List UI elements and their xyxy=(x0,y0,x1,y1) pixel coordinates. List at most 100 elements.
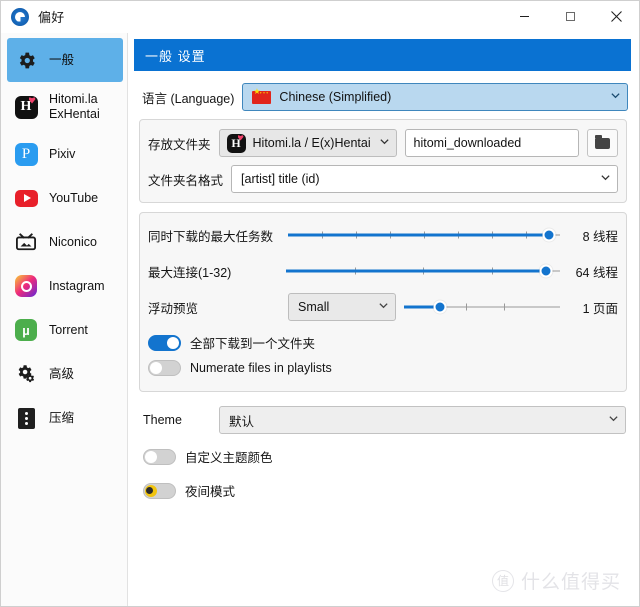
site-value: Hitomi.la / E(x)Hentai xyxy=(252,136,371,150)
floating-preview-row: 浮动预览 Small 1 页面 xyxy=(148,291,618,323)
site-select[interactable]: H Hitomi.la / E(x)Hentai xyxy=(218,129,397,157)
preview-pages-slider[interactable] xyxy=(404,297,560,317)
sidebar-item-advanced[interactable]: 高级 xyxy=(1,352,127,396)
custom-theme-color-row[interactable]: 自定义主题颜色 xyxy=(143,444,626,469)
niconico-icon xyxy=(14,230,38,254)
preview-size-value: Small xyxy=(298,300,330,314)
preview-size-select[interactable]: Small xyxy=(288,293,396,321)
toggle-label: 夜间模式 xyxy=(185,485,236,499)
close-button[interactable] xyxy=(593,1,639,33)
browse-folder-button[interactable] xyxy=(587,129,618,157)
max-tasks-row: 同时下载的最大任务数 8 线程 xyxy=(148,219,618,251)
sidebar-item-label: Instagram xyxy=(49,278,105,293)
sidebar-item-label: Niconico xyxy=(49,234,97,249)
sidebar-item-label: Torrent xyxy=(49,322,88,337)
sidebar-item-label: 压缩 xyxy=(49,410,75,425)
window-title: 偏好 xyxy=(38,10,65,25)
preferences-window: 偏好 一般 H Hitomi.la ExHentai P Pixiv YouTu… xyxy=(0,0,640,607)
toggle-label: 全部下载到一个文件夹 xyxy=(190,337,316,351)
folder-format-value: [artist] title (id) xyxy=(241,172,320,186)
sidebar-item-compress[interactable]: 压缩 xyxy=(1,396,127,440)
download-path-value: hitomi_downloaded xyxy=(413,136,522,150)
theme-select[interactable]: 默认 xyxy=(219,406,626,434)
instagram-icon xyxy=(14,274,38,298)
slider-knob[interactable] xyxy=(542,228,556,242)
theme-value: 默认 xyxy=(229,414,255,429)
chevron-down-icon xyxy=(378,300,389,314)
gears-icon xyxy=(14,362,38,386)
language-value: Chinese (Simplified) xyxy=(279,90,392,104)
sidebar-item-general[interactable]: 一般 xyxy=(7,38,123,82)
night-mode-row[interactable]: 夜间模式 xyxy=(143,478,626,503)
folder-format-select[interactable]: [artist] title (id) xyxy=(231,165,618,193)
slider-knob[interactable] xyxy=(433,300,447,314)
sidebar-item-instagram[interactable]: Instagram xyxy=(1,264,127,308)
download-to-one-folder-row[interactable]: 全部下载到一个文件夹 xyxy=(148,330,618,355)
theme-area: Theme 默认 自定义主题颜色 夜间模式 xyxy=(143,406,626,503)
chevron-down-icon xyxy=(608,413,619,427)
storage-folder-row: 存放文件夹 H Hitomi.la / E(x)Hentai hitomi_do xyxy=(148,129,618,157)
max-tasks-slider[interactable] xyxy=(288,225,560,245)
sidebar-item-label: 高级 xyxy=(49,366,75,381)
watermark-text: 什么值得买 xyxy=(520,572,621,593)
download-to-one-folder-toggle[interactable] xyxy=(148,334,181,351)
numerate-files-toggle[interactable] xyxy=(148,359,181,376)
chevron-down-icon xyxy=(600,172,611,186)
theme-label: Theme xyxy=(143,413,182,427)
chevron-down-icon xyxy=(379,136,390,150)
watermark-badge: 值 xyxy=(491,569,514,592)
preview-pages-value: 1 页面 xyxy=(582,301,618,316)
download-group: 同时下载的最大任务数 8 线程 最大连接(1-32) 64 线程 浮动预览 Sm… xyxy=(139,212,627,392)
sidebar-item-label: Hitomi.la ExHentai xyxy=(49,92,100,121)
download-path-input[interactable]: hitomi_downloaded xyxy=(404,129,579,157)
maximize-button[interactable] xyxy=(547,1,593,33)
sidebar: 一般 H Hitomi.la ExHentai P Pixiv YouTube xyxy=(1,33,128,606)
max-tasks-value: 8 线程 xyxy=(582,229,618,244)
sidebar-item-hitomi[interactable]: H Hitomi.la ExHentai xyxy=(1,82,127,132)
language-select[interactable]: Chinese (Simplified) xyxy=(242,83,628,111)
sidebar-item-label: YouTube xyxy=(49,190,99,205)
folder-format-label: 文件夹名格式 xyxy=(148,173,224,188)
section-title: 一般 设置 xyxy=(134,39,631,71)
youtube-icon xyxy=(14,186,38,210)
minimize-button[interactable] xyxy=(501,1,547,33)
sidebar-item-niconico[interactable]: Niconico xyxy=(1,220,127,264)
watermark: 值 什么值得买 xyxy=(491,567,621,594)
toggle-label: Numerate files in playlists xyxy=(190,360,332,375)
max-tasks-label: 同时下载的最大任务数 xyxy=(148,229,274,244)
max-connections-row: 最大连接(1-32) 64 线程 xyxy=(148,255,618,287)
sidebar-item-label: 一般 xyxy=(49,52,75,67)
compress-icon xyxy=(14,406,38,430)
slider-knob[interactable] xyxy=(539,264,553,278)
max-connections-slider[interactable] xyxy=(286,261,560,281)
language-row: 语言 (Language) Chinese (Simplified) xyxy=(134,80,631,114)
title-bar: 偏好 xyxy=(1,1,639,33)
theme-toggles: 自定义主题颜色 夜间模式 xyxy=(143,444,626,503)
sidebar-item-pixiv[interactable]: P Pixiv xyxy=(1,132,127,176)
chevron-down-icon xyxy=(610,90,621,104)
hitomi-icon: H xyxy=(14,95,38,119)
theme-row: Theme 默认 xyxy=(143,406,626,434)
hitomi-icon: H xyxy=(226,133,246,153)
settings-panel: 一般 设置 语言 (Language) Chinese (Simplified) xyxy=(128,33,639,606)
night-mode-toggle[interactable] xyxy=(143,482,176,499)
floating-preview-label: 浮动预览 xyxy=(148,301,199,316)
sidebar-item-torrent[interactable]: µ Torrent xyxy=(1,308,127,352)
language-label: 语言 (Language) xyxy=(142,91,235,106)
torrent-icon: µ xyxy=(14,318,38,342)
gear-icon xyxy=(14,48,38,72)
pixiv-icon: P xyxy=(14,142,38,166)
sidebar-item-youtube[interactable]: YouTube xyxy=(1,176,127,220)
numerate-files-row[interactable]: Numerate files in playlists xyxy=(148,355,618,380)
moon-icon xyxy=(145,484,157,497)
storage-group: 存放文件夹 H Hitomi.la / E(x)Hentai hitomi_do xyxy=(139,119,627,203)
max-connections-label: 最大连接(1-32) xyxy=(148,265,232,280)
flag-cn-icon xyxy=(252,88,272,104)
sidebar-item-label: Pixiv xyxy=(49,146,76,161)
window-controls xyxy=(501,1,639,33)
max-connections-value: 64 线程 xyxy=(575,265,618,280)
custom-theme-color-toggle[interactable] xyxy=(143,448,176,465)
toggle-label: 自定义主题颜色 xyxy=(185,451,273,465)
app-logo-icon xyxy=(11,7,29,26)
storage-folder-label: 存放文件夹 xyxy=(148,137,211,152)
